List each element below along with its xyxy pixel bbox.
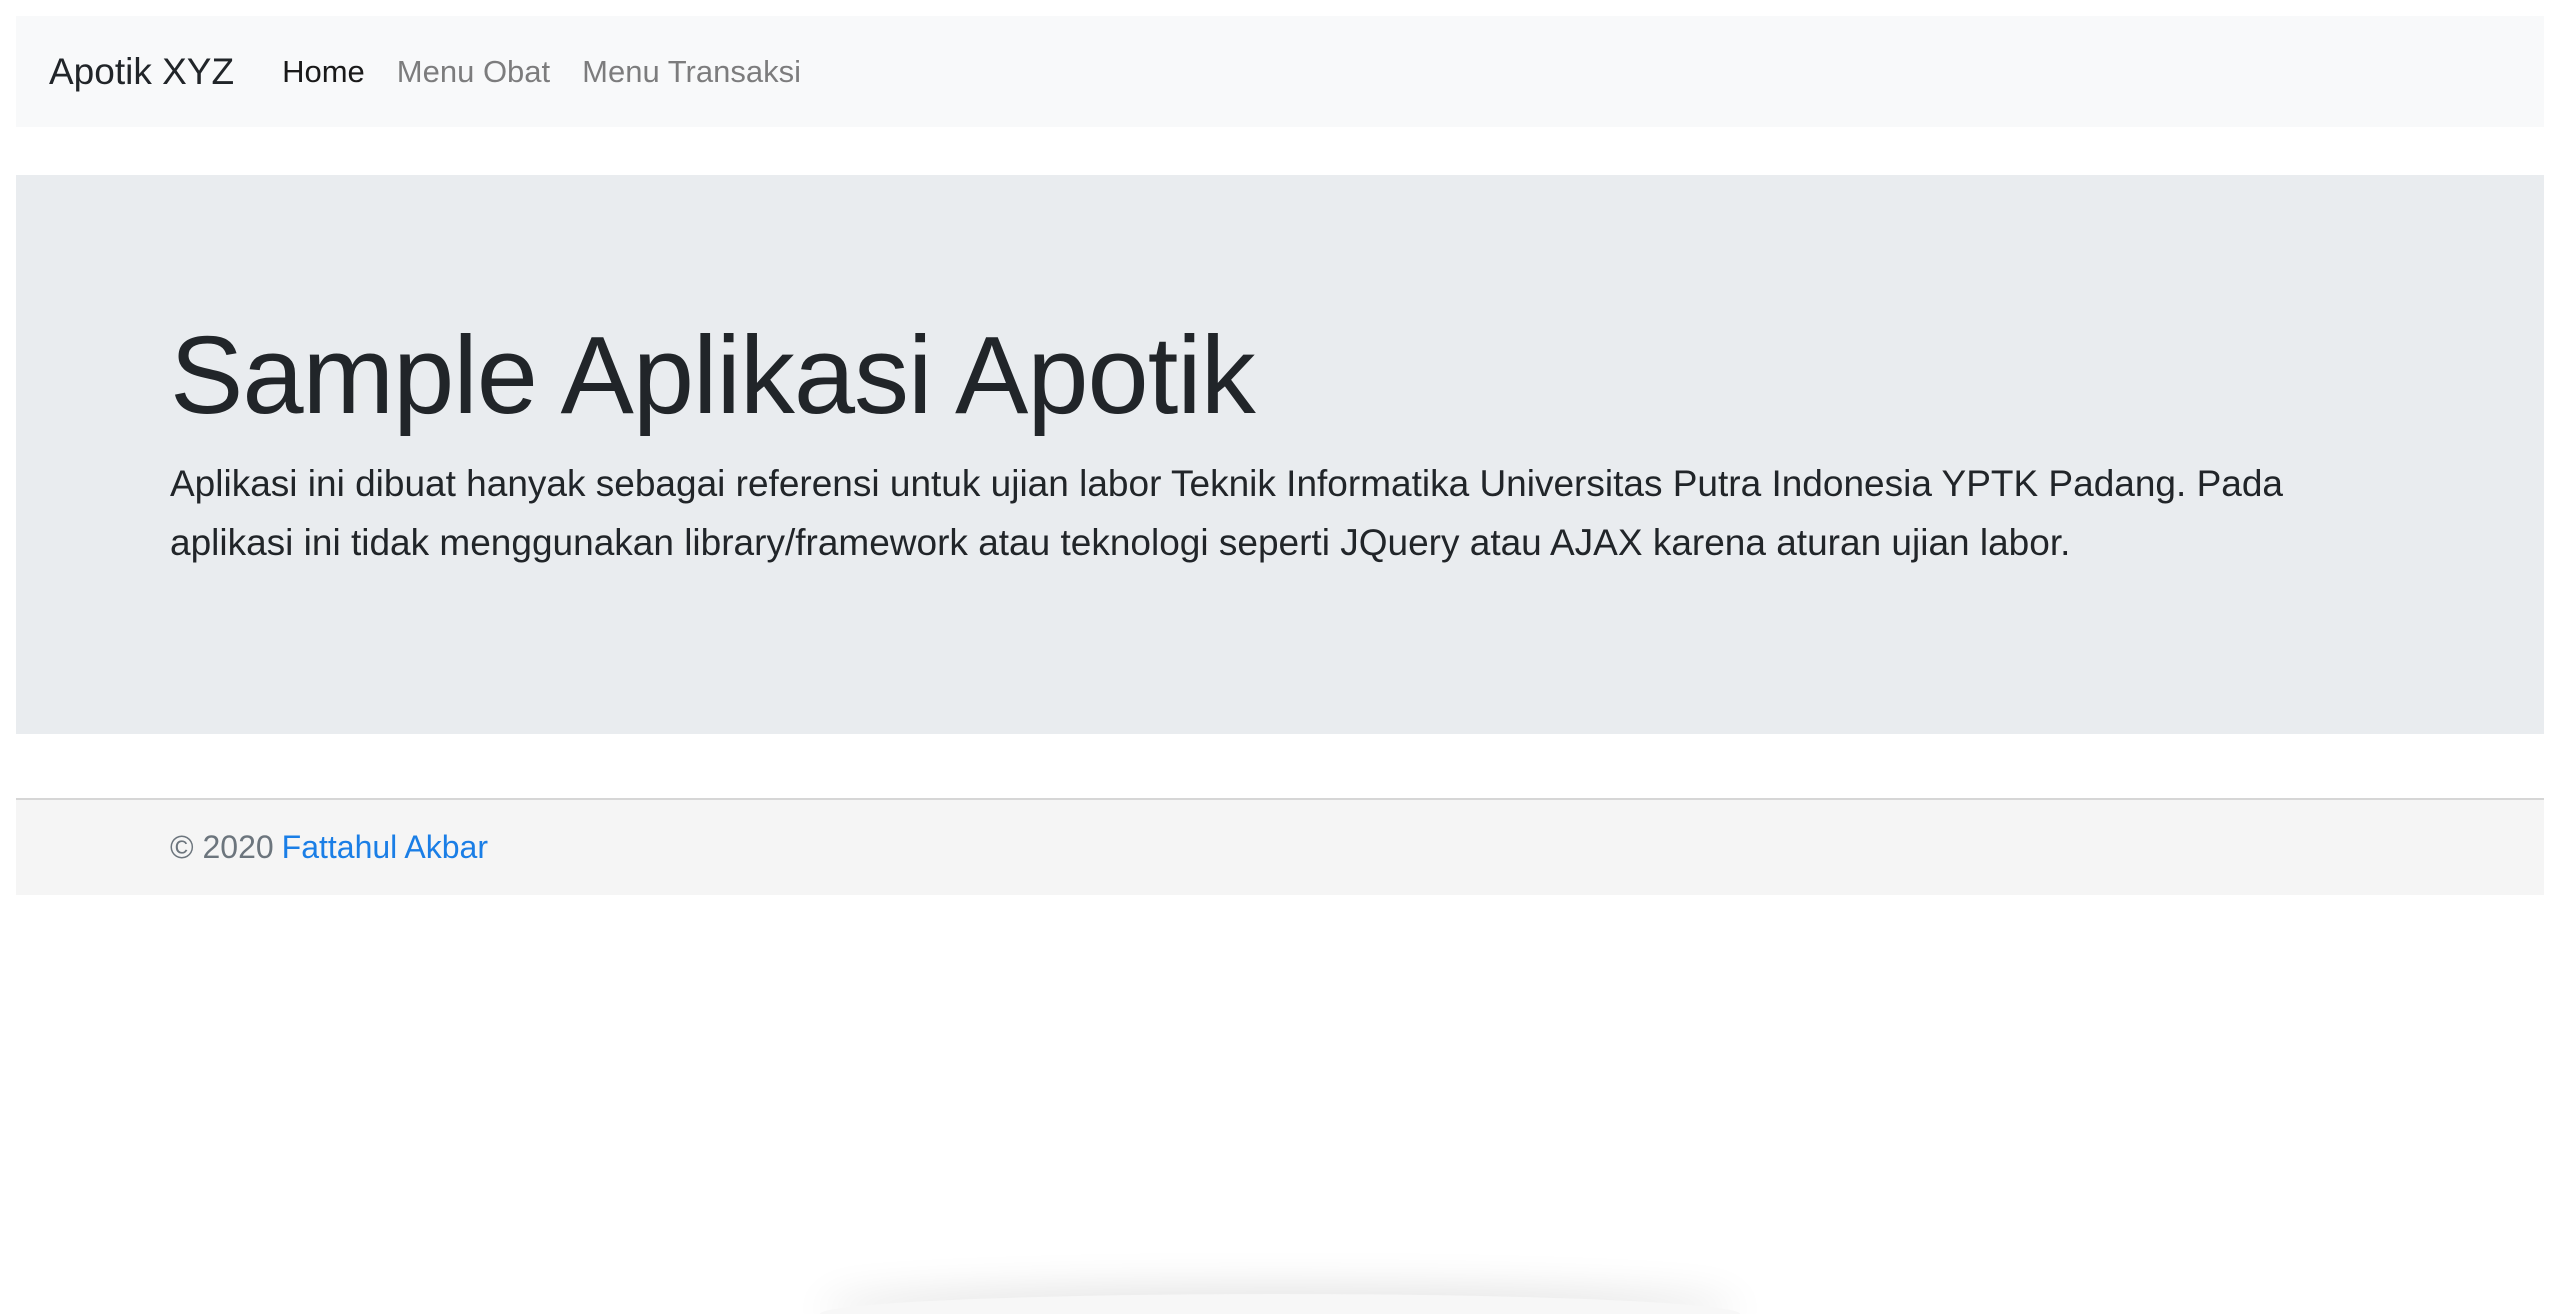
page-title: Sample Aplikasi Apotik xyxy=(170,314,1256,437)
lead-description: Aplikasi ini dibuat hanyak sebagai refer… xyxy=(170,463,2283,564)
navbar: Apotik XYZ Home Menu Obat Menu Transaksi xyxy=(16,16,2544,127)
nav-link-home[interactable]: Home xyxy=(282,54,365,89)
nav-menu: Home Menu Obat Menu Transaksi xyxy=(282,54,833,90)
page: Apotik XYZ Home Menu Obat Menu Transaksi… xyxy=(0,0,2560,1314)
navbar-brand[interactable]: Apotik XYZ xyxy=(49,51,234,93)
nav-item-menu-obat: Menu Obat xyxy=(397,54,582,90)
jumbotron: Sample Aplikasi Apotik Aplikasi ini dibu… xyxy=(16,175,2544,734)
nav-item-home: Home xyxy=(282,54,397,90)
nav-link-menu-transaksi[interactable]: Menu Transaksi xyxy=(582,54,801,89)
footer: © 2020 Fattahul Akbar xyxy=(16,798,2544,895)
bottom-shadow xyxy=(820,1294,1740,1314)
footer-copyright: © 2020 xyxy=(170,829,274,865)
footer-author-link[interactable]: Fattahul Akbar xyxy=(282,829,488,866)
nav-link-menu-obat[interactable]: Menu Obat xyxy=(397,54,550,89)
nav-item-menu-transaksi: Menu Transaksi xyxy=(582,54,833,90)
